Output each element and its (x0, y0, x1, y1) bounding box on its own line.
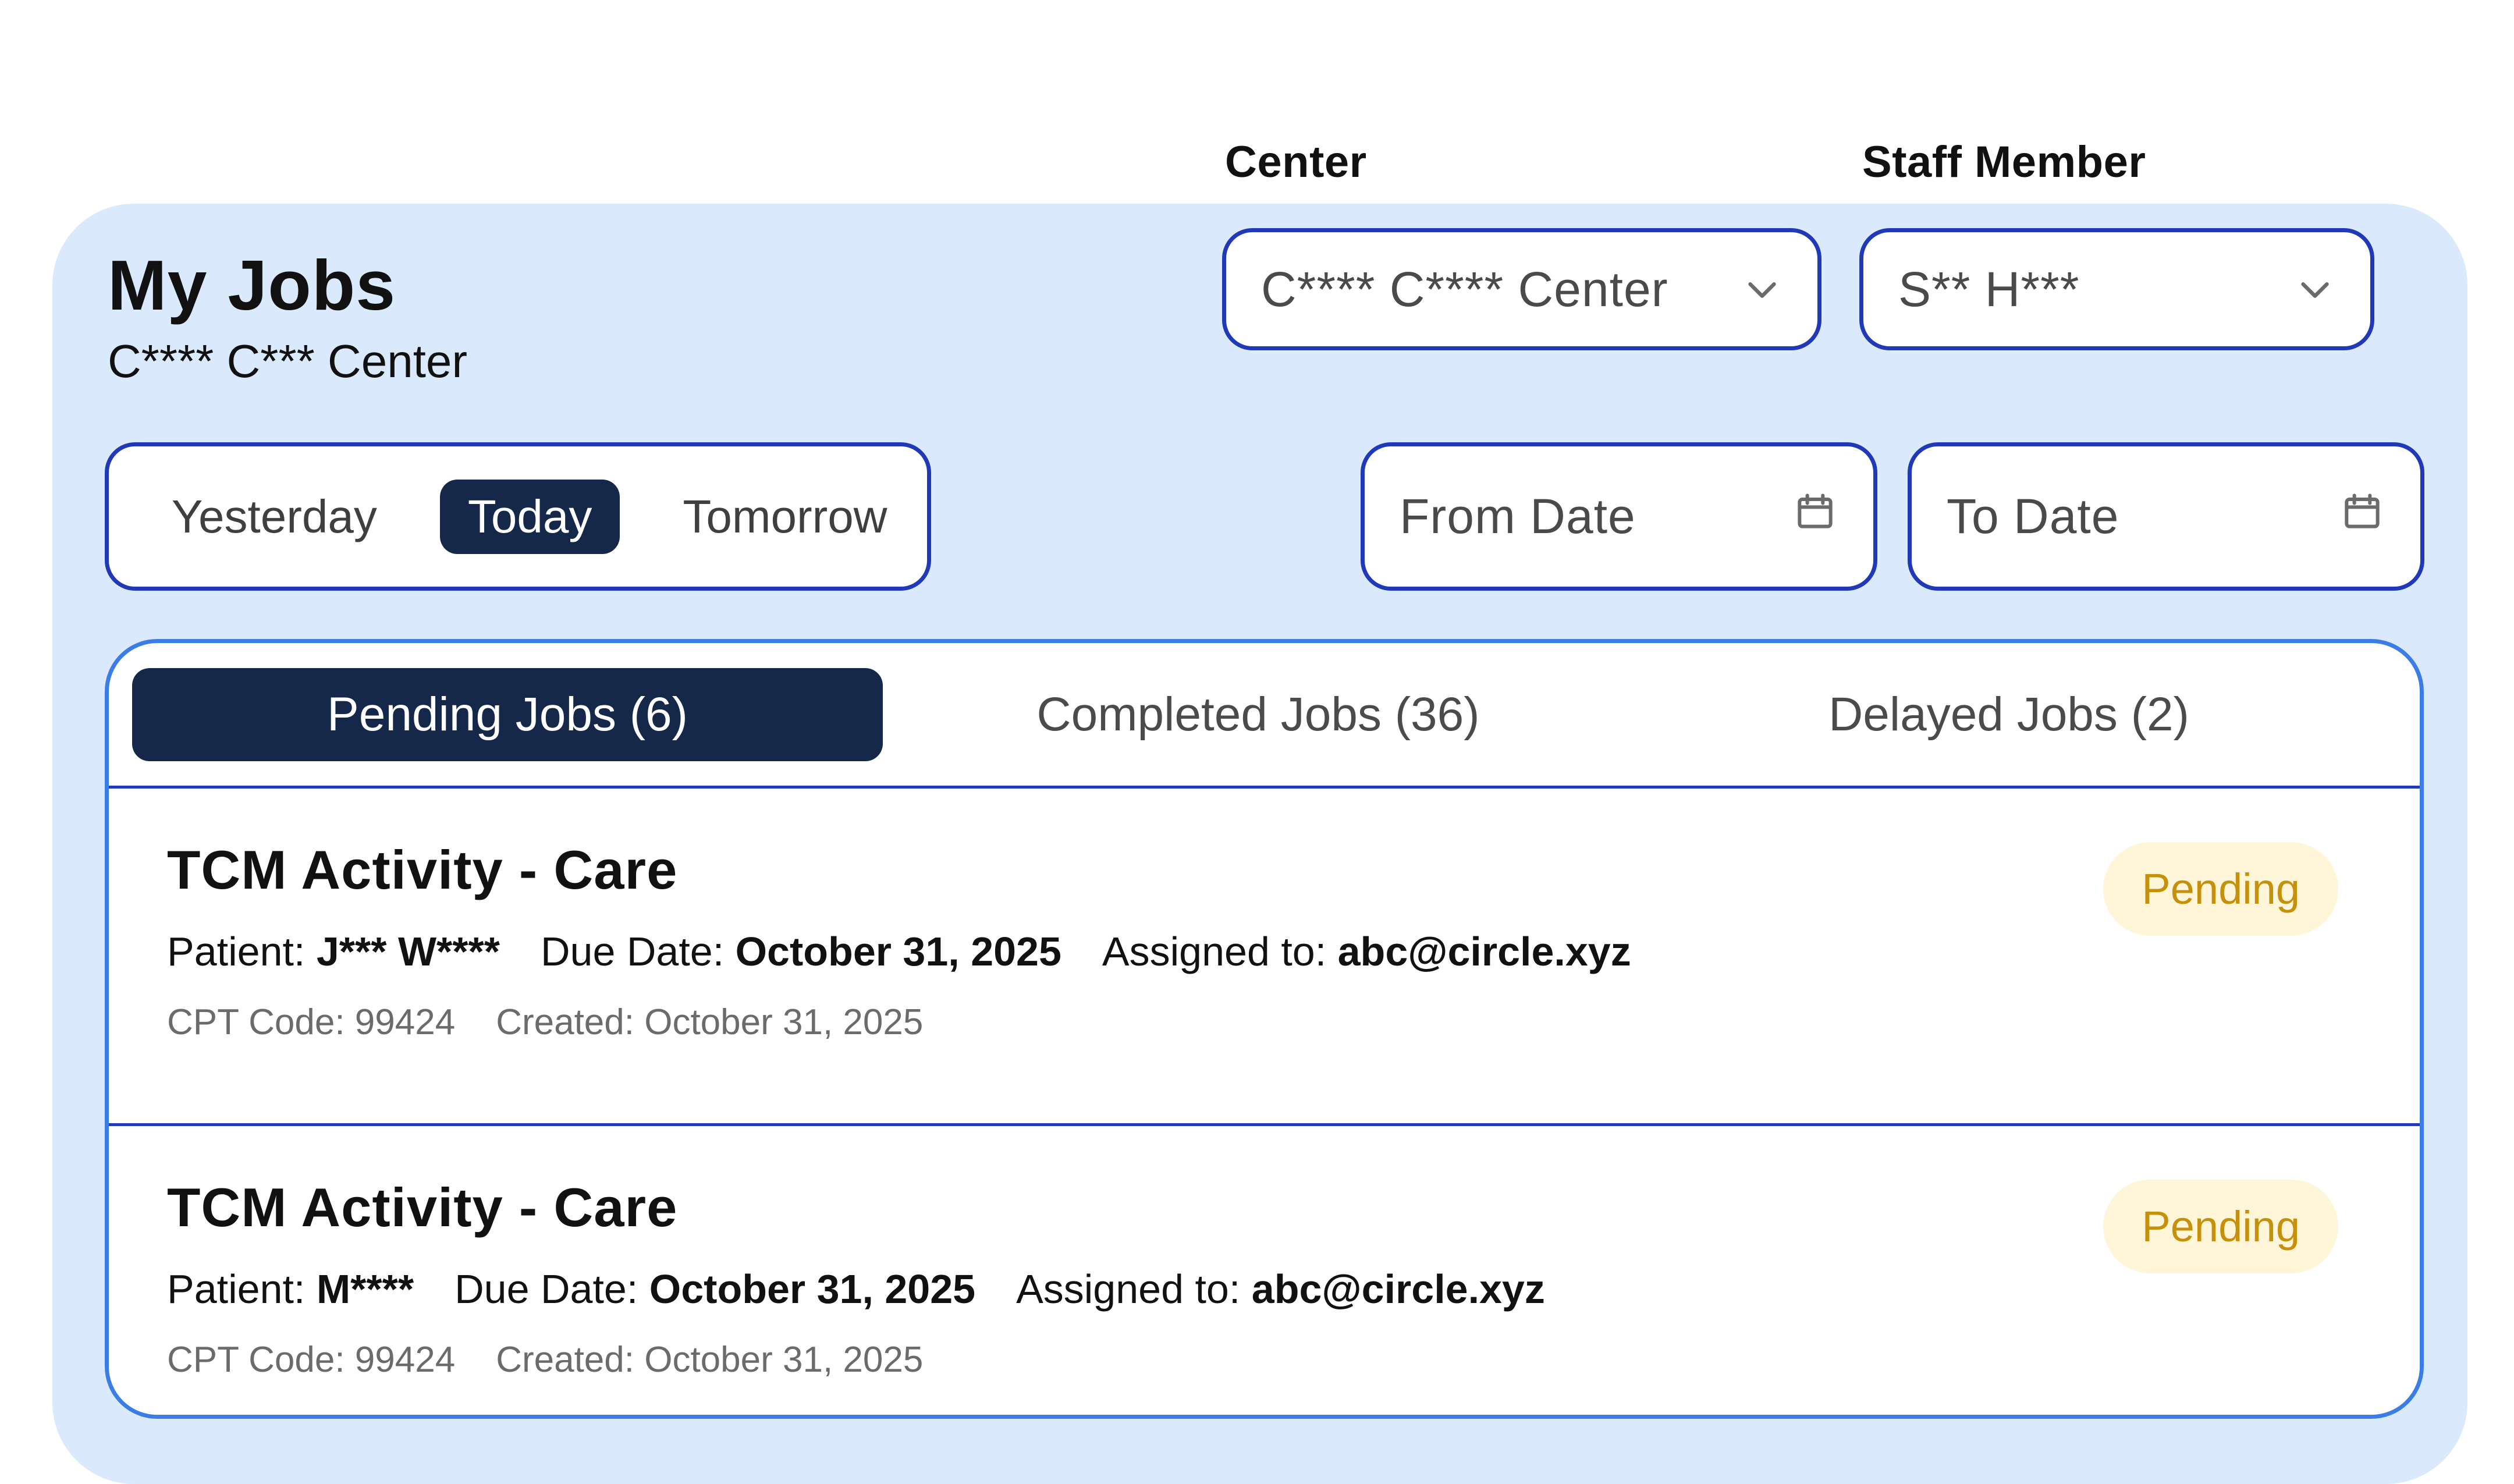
staff-member-select[interactable]: S** H*** (1859, 228, 2374, 350)
from-date-input[interactable]: From Date (1361, 442, 1877, 591)
created-field: Created: October 31, 2025 (496, 1002, 923, 1043)
to-date-placeholder: To Date (1947, 489, 2119, 544)
tab-delayed-jobs[interactable]: Delayed Jobs (2) (1634, 668, 2384, 761)
chevron-down-icon (2295, 269, 2335, 310)
job-card[interactable]: TCM Activity - Care Patient: J*** W**** … (109, 789, 2420, 1126)
jobs-tabs: Pending Jobs (6) Completed Jobs (36) Del… (109, 643, 2420, 789)
job-title: TCM Activity - Care (167, 1177, 678, 1238)
staff-member-label: Staff Member (1862, 137, 2146, 187)
range-option-yesterday[interactable]: Yesterday (144, 480, 405, 554)
due-date-field: Due Date: October 31, 2025 (454, 1266, 975, 1312)
assigned-to-label: Assigned to: (1102, 929, 1327, 974)
jobs-card: Pending Jobs (6) Completed Jobs (36) Del… (105, 639, 2424, 1419)
patient-field: Patient: J*** W**** (167, 928, 500, 975)
cpt-code: CPT Code: 99424 (167, 1340, 456, 1380)
center-select-value: C**** C**** Center (1261, 261, 1668, 317)
patient-field: Patient: M**** (167, 1266, 414, 1312)
chevron-down-icon (1742, 269, 1782, 310)
patient-value: J*** W**** (316, 929, 500, 974)
assigned-to-value: abc@circle.xyz (1337, 929, 1631, 974)
patient-label: Patient: (167, 1266, 306, 1312)
assigned-to-field: Assigned to: abc@circle.xyz (1016, 1266, 1545, 1312)
job-submeta: CPT Code: 99424 Created: October 31, 202… (167, 1002, 2362, 1043)
job-submeta: CPT Code: 99424 Created: October 31, 202… (167, 1339, 2362, 1380)
assigned-to-field: Assigned to: abc@circle.xyz (1102, 928, 1631, 975)
status-badge: Pending (2103, 1180, 2338, 1273)
tab-pending-jobs[interactable]: Pending Jobs (6) (132, 668, 883, 761)
job-title: TCM Activity - Care (167, 839, 678, 900)
from-date-placeholder: From Date (1400, 489, 1636, 544)
center-select[interactable]: C**** C**** Center (1222, 228, 1821, 350)
to-date-input[interactable]: To Date (1908, 442, 2424, 591)
due-date-value: October 31, 2025 (735, 929, 1061, 974)
assigned-to-value: abc@circle.xyz (1251, 1266, 1545, 1312)
center-label: Center (1225, 137, 1367, 187)
status-badge: Pending (2103, 842, 2338, 936)
job-meta: Patient: J*** W**** Due Date: October 31… (167, 928, 2362, 975)
created-value: October 31, 2025 (644, 1002, 924, 1042)
created-label: Created: (496, 1340, 634, 1380)
assigned-to-label: Assigned to: (1016, 1266, 1241, 1312)
day-range-selector: Yesterday Today Tomorrow (105, 442, 931, 591)
tab-completed-jobs[interactable]: Completed Jobs (36) (883, 668, 1634, 761)
due-date-label: Due Date: (454, 1266, 638, 1312)
page-subtitle: C**** C*** Center (108, 335, 468, 387)
due-date-value: October 31, 2025 (649, 1266, 976, 1312)
due-date-field: Due Date: October 31, 2025 (541, 928, 1061, 975)
calendar-icon (1792, 488, 1838, 546)
created-value: October 31, 2025 (644, 1340, 924, 1380)
job-meta: Patient: M**** Due Date: October 31, 202… (167, 1266, 2362, 1312)
staff-member-select-value: S** H*** (1898, 261, 2080, 317)
due-date-label: Due Date: (540, 929, 725, 974)
created-label: Created: (496, 1002, 634, 1042)
patient-label: Patient: (167, 929, 306, 974)
page-title: My Jobs (108, 246, 396, 325)
range-option-tomorrow[interactable]: Tomorrow (655, 480, 915, 554)
calendar-icon (2339, 488, 2385, 546)
created-field: Created: October 31, 2025 (496, 1339, 923, 1380)
job-card[interactable]: TCM Activity - Care Patient: M**** Due D… (109, 1126, 2420, 1415)
range-option-today[interactable]: Today (439, 479, 620, 554)
patient-value: M**** (316, 1266, 414, 1312)
cpt-code: CPT Code: 99424 (167, 1002, 456, 1042)
